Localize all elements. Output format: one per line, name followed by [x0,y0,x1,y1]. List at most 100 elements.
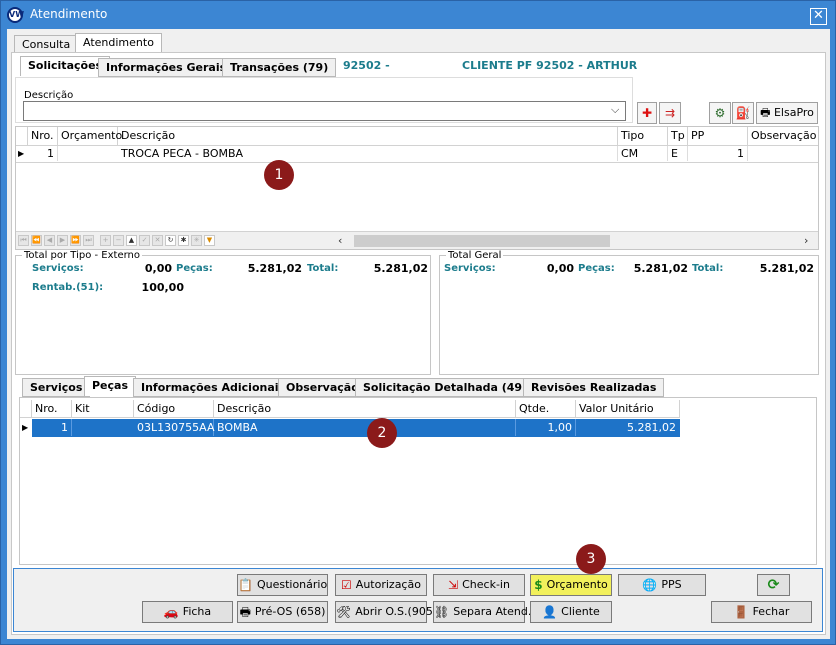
asterisk-disabled-icon[interactable]: ✳ [191,235,202,246]
header-orcamento[interactable]: Orçamento [58,127,122,145]
header-nro[interactable]: Nro. [28,127,58,145]
next-page-icon[interactable]: ⏩ [70,235,81,246]
requests-header-row: Nro. Orçamento Descrição Tipo Tp PP Obse… [16,127,818,146]
cell-tipo: CM [618,146,668,161]
pre-os-button[interactable]: 🖶 Pré-OS (658) [237,601,328,623]
tab-servicos[interactable]: Serviços [22,378,91,397]
ficha-button[interactable]: 🚗 Ficha [142,601,233,623]
prev-record-icon[interactable]: ◀ [44,235,55,246]
exit-door-icon: 🚪 [733,605,749,619]
header-valor-unitario[interactable]: Valor Unitário [576,400,680,418]
tab-solicitacoes[interactable]: Solicitações [20,56,111,76]
horizontal-scrollbar-thumb[interactable] [354,235,610,247]
cell-nro: 1 [32,419,72,436]
pps-button[interactable]: 🌐 PPS [618,574,706,596]
geral-pecas-label: Peças: [578,263,615,274]
dollar-icon: $ [534,578,543,592]
next-record-icon[interactable]: ▶ [57,235,68,246]
header-qtde[interactable]: Qtde. [516,400,576,418]
chevron-down-icon[interactable]: ⌵ [611,103,619,117]
close-button[interactable]: ✕ [810,8,827,25]
add-request-icon[interactable]: ✚ [637,102,657,124]
tab-solicitacao-detalhada[interactable]: Solicitação Detalhada (491) [355,378,543,397]
tab-observacao[interactable]: Observação [278,378,367,397]
scroll-left-icon[interactable]: ‹ [338,234,342,247]
descricao-combo[interactable]: ⌵ [23,101,626,121]
asterisk-icon[interactable]: ✱ [178,235,189,246]
questionario-button[interactable]: 📋 Questionário [237,574,328,596]
header-observacao[interactable]: Observação [748,127,818,145]
autorizacao-button[interactable]: ☑ Autorização [335,574,427,596]
cell-tp: E [668,146,688,161]
cell-codigo: 03L130755AA [134,419,214,436]
separa-atend-label: Separa Atend. [453,605,532,618]
checkin-icon: ⇲ [448,578,459,592]
refresh-icon[interactable]: ↻ [165,235,176,246]
cliente-button[interactable]: 👤 Cliente [530,601,612,623]
pps-label: PPS [661,578,682,591]
header-indicator [16,127,28,145]
app-window: VW Atendimento ✕ Consulta Atendimento So… [0,0,836,645]
insert-icon[interactable]: + [100,235,111,246]
autorizacao-label: Autorização [355,578,421,591]
header-descricao[interactable]: Descrição [118,127,618,145]
prev-page-icon[interactable]: ⏪ [31,235,42,246]
orcamento-button[interactable]: $ Orçamento [530,574,612,596]
pre-os-label: Pré-OS (658) [254,605,326,618]
tab-revisoes-realizadas[interactable]: Revisões Realizadas [523,378,665,397]
abrir-os-button[interactable]: 🛠 Abrir O.S.(905) [335,601,437,623]
row-pointer-icon: ▶ [18,149,25,158]
header-kit[interactable]: Kit [72,400,134,418]
geral-total-label: Total: [692,263,724,274]
header-tipo[interactable]: Tipo [618,127,668,145]
up-icon[interactable]: ▲ [126,235,137,246]
cell-pp: 1 [688,146,748,161]
parts-grid: Nro. Kit Código Descrição Qtde. Valor Un… [19,397,817,565]
checkin-button[interactable]: ⇲ Check-in [433,574,525,596]
tab-informacoes-adicionais[interactable]: Informações Adicionais [133,378,294,397]
header-codigo[interactable]: Código [134,400,214,418]
globe-icon: 🌐 [642,578,658,592]
marker-1: 1 [264,160,294,190]
totals-externo-group: Total por Tipo - Externo Serviços: 0,00 … [15,250,431,375]
header-tp[interactable]: Tp [668,127,688,145]
grid-navigator: ⏮ ⏪ ◀ ▶ ⏩ ⏭ + − ▲ ✓ ✕ ↻ ✱ ✳ ▼ ‹ › [16,231,818,249]
header-pp[interactable]: PP [688,127,748,145]
header-descricao[interactable]: Descrição [214,400,516,418]
first-record-icon[interactable]: ⏮ [18,235,29,246]
elsapro-button[interactable]: 🖶 ElsaPro [756,102,818,124]
oil-can-icon[interactable]: ⛽ [732,102,754,124]
delete-icon[interactable]: − [113,235,124,246]
tab-informacoes-gerais[interactable]: Informações Gerais [98,58,235,77]
tab-transacoes[interactable]: Transações (79) [222,58,337,77]
client-name: CLIENTE PF 92502 - ARTHUR [462,59,638,72]
title-bar: VW Atendimento ✕ [1,1,835,29]
header-nro[interactable]: Nro. [32,400,72,418]
transfer-icon[interactable]: ⇉ [659,102,681,124]
servicos-label: Serviços: [32,263,84,274]
cliente-label: Cliente [561,605,600,618]
tab-pecas[interactable]: Peças [84,376,137,396]
geral-servicos-label: Serviços: [444,263,496,274]
printer-icon: 🖶 [760,106,771,119]
separa-atend-button[interactable]: ⛓ Separa Atend. [433,601,531,623]
table-row[interactable]: ▶ 1 TROCA PECA - BOMBA CM E 1 [16,146,818,163]
post-icon[interactable]: ✓ [139,235,150,246]
geral-servicos-value: 0,00 [546,262,574,275]
fechar-button[interactable]: 🚪 Fechar [711,601,812,623]
rentab-label: Rentab.(51): [32,282,104,293]
abrir-os-label: Abrir O.S.(905) [355,605,438,618]
last-record-icon[interactable]: ⏭ [83,235,94,246]
orcamento-label: Orçamento [546,578,608,591]
network-icon[interactable]: ⚙ [709,102,731,124]
cancel-icon[interactable]: ✕ [152,235,163,246]
parts-header-indicator [20,400,32,418]
totals-geral-legend: Total Geral [446,250,504,261]
servicos-value: 0,00 [144,262,172,275]
ficha-label: Ficha [182,605,212,618]
tab-atendimento[interactable]: Atendimento [75,33,162,53]
table-row[interactable]: ▶ 1 03L130755AA BOMBA 1,00 5.281,02 [20,419,680,437]
refresh-button[interactable]: ⟳ [757,574,790,596]
scroll-right-icon[interactable]: › [804,234,808,247]
filter-icon[interactable]: ▼ [204,235,215,246]
